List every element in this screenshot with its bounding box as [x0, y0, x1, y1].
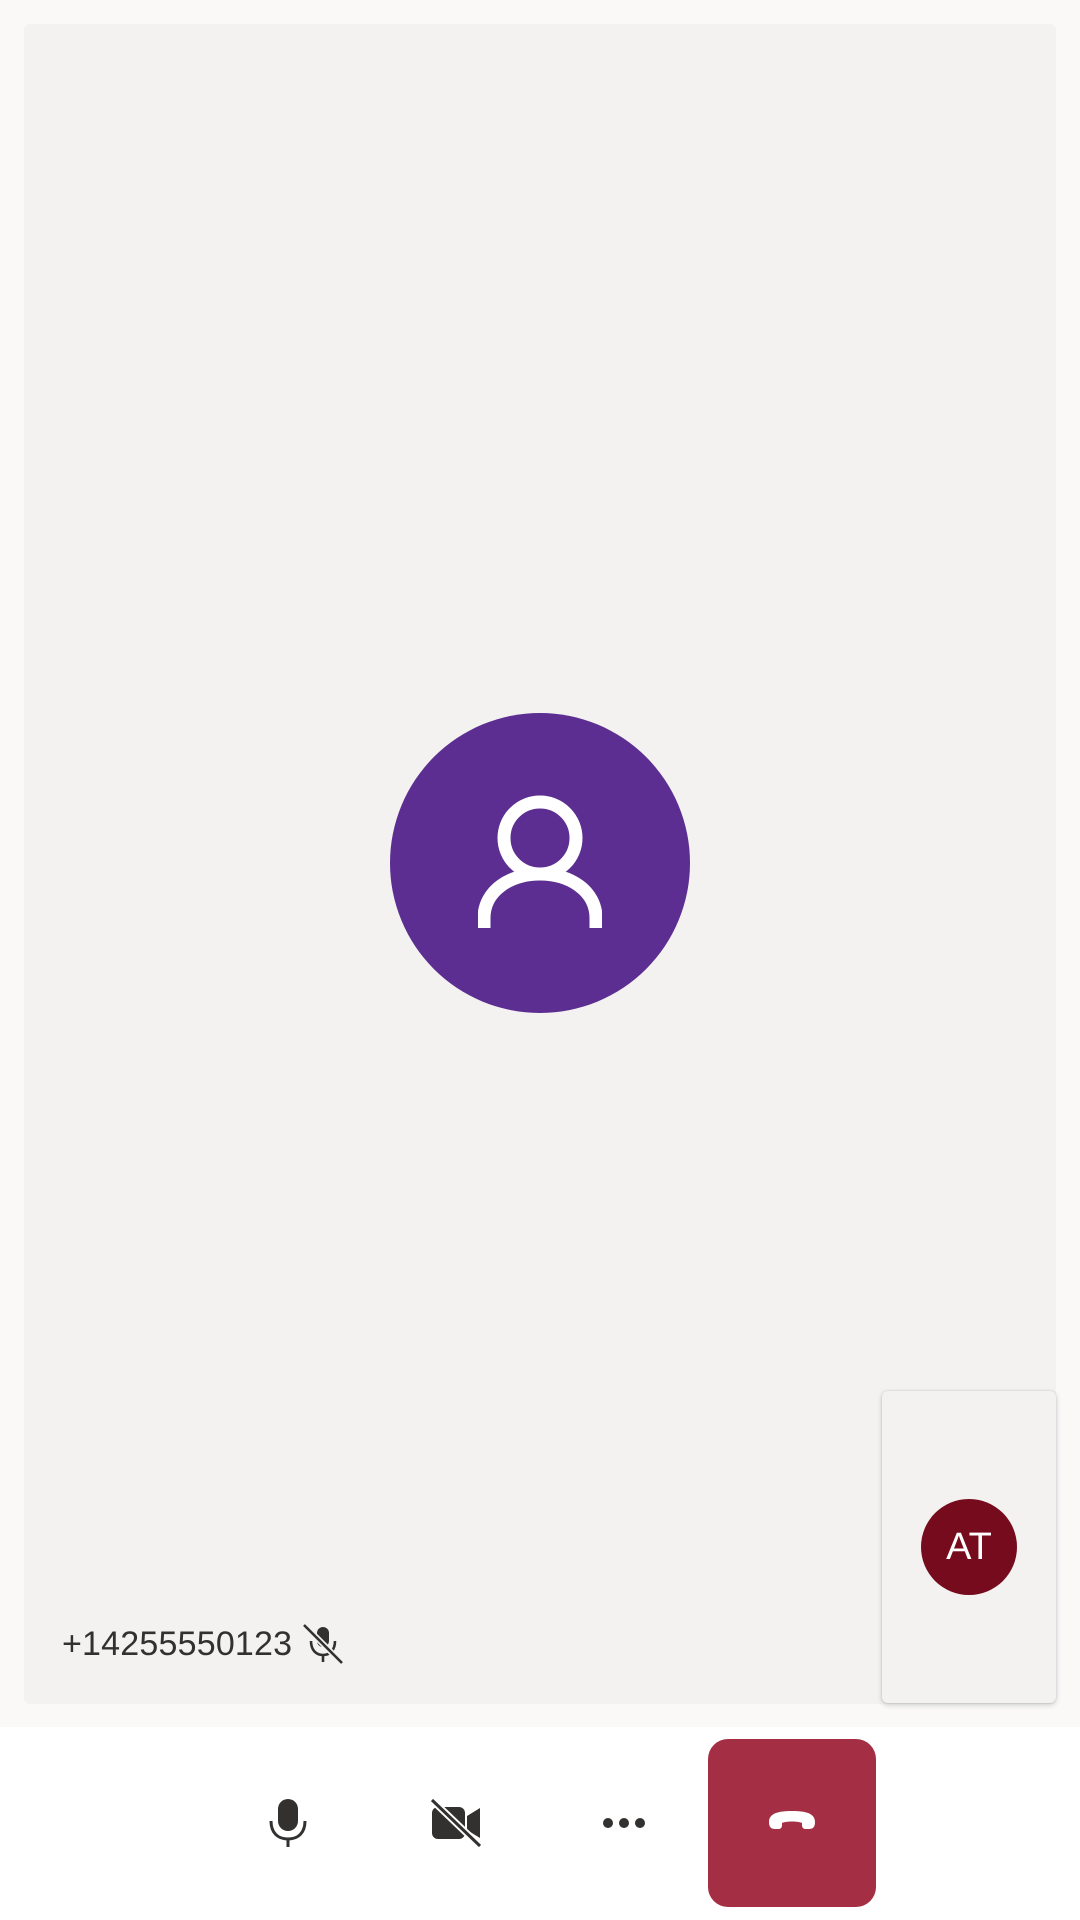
more-options-button[interactable]: [540, 1739, 708, 1907]
remote-participant-name: +14255550123: [62, 1624, 293, 1663]
microphone-button[interactable]: [204, 1739, 372, 1907]
mic-off-icon: [300, 1621, 346, 1667]
local-participant-avatar: AT: [921, 1499, 1017, 1595]
mic-icon: [269, 1799, 307, 1847]
person-icon: [478, 795, 602, 928]
remote-participant-label: +14255550123: [62, 1621, 346, 1667]
camera-button[interactable]: [372, 1739, 540, 1907]
call-stage: +14255550123 AT: [0, 0, 1080, 1727]
end-call-button[interactable]: [708, 1739, 876, 1907]
remote-participant-avatar: [390, 713, 690, 1013]
local-participant-tile: AT: [882, 1391, 1056, 1703]
phone-hangup-icon: [769, 1811, 815, 1829]
video-off-icon: [429, 1797, 483, 1849]
call-control-bar: [0, 1727, 1080, 1920]
more-horizontal-icon: [603, 1818, 645, 1828]
